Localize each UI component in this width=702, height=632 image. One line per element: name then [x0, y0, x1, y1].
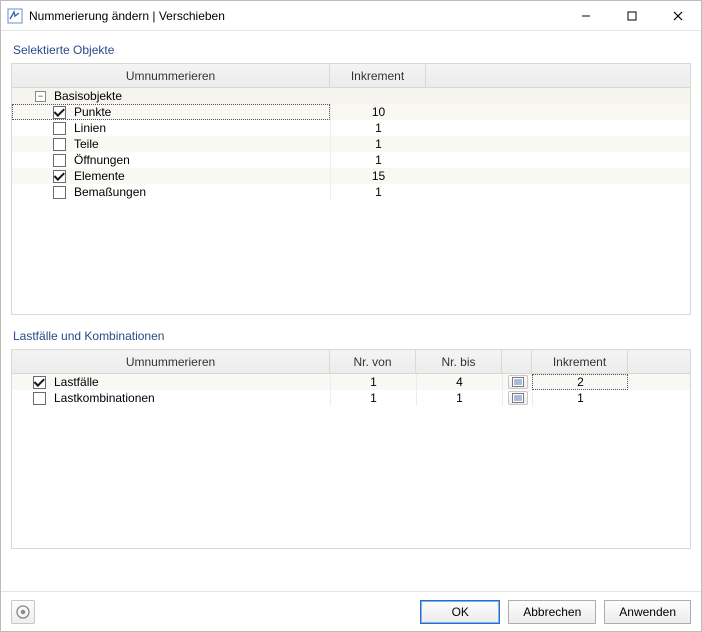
to-cell[interactable]: 1: [416, 390, 502, 406]
tree-child-row[interactable]: Elemente 15: [12, 168, 690, 184]
window-title: Nummerierung ändern | Verschieben: [29, 9, 225, 23]
cancel-button-label: Abbrechen: [523, 605, 581, 619]
section-title-loadcases: Lastfälle und Kombinationen: [11, 325, 691, 349]
checkbox[interactable]: [53, 106, 66, 119]
ok-button[interactable]: OK: [420, 600, 500, 624]
tree-child-row[interactable]: Punkte 10: [12, 104, 690, 120]
list-picker-icon[interactable]: [508, 375, 528, 389]
list-picker-icon[interactable]: [508, 391, 528, 405]
checkbox[interactable]: [53, 138, 66, 151]
col-header-increment[interactable]: Inkrement: [330, 64, 426, 87]
item-label: Linien: [68, 121, 106, 135]
load-row[interactable]: Lastkombinationen 1 1 1: [12, 390, 690, 406]
app-icon: [7, 8, 23, 24]
minimize-button[interactable]: [563, 1, 609, 31]
checkbox[interactable]: [53, 154, 66, 167]
increment-cell[interactable]: 1: [330, 120, 426, 136]
item-label: Bemaßungen: [68, 185, 146, 199]
loadcases-grid-header: Umnummerieren Nr. von Nr. bis Inkrement: [12, 350, 690, 374]
item-label: Lastfälle: [48, 375, 99, 389]
dialog-footer: OK Abbrechen Anwenden: [1, 591, 701, 631]
increment-cell[interactable]: 1: [532, 390, 628, 406]
increment-cell[interactable]: 1: [330, 184, 426, 200]
checkbox[interactable]: [33, 376, 46, 389]
increment-cell[interactable]: 2: [532, 374, 628, 390]
increment-cell[interactable]: 1: [330, 152, 426, 168]
tree-parent-label: Basisobjekte: [48, 89, 122, 103]
item-label: Öffnungen: [68, 153, 130, 167]
title-bar: Nummerierung ändern | Verschieben: [1, 1, 701, 31]
tree-child-row[interactable]: Öffnungen 1: [12, 152, 690, 168]
item-label: Elemente: [68, 169, 125, 183]
from-cell[interactable]: 1: [330, 390, 416, 406]
col-header-to[interactable]: Nr. bis: [416, 350, 502, 373]
objects-grid-header: Umnummerieren Inkrement: [12, 64, 690, 88]
picker-cell[interactable]: [502, 374, 532, 390]
item-label: Teile: [68, 137, 99, 151]
from-cell[interactable]: 1: [330, 374, 416, 390]
section-title-objects: Selektierte Objekte: [11, 39, 691, 63]
col-header-from[interactable]: Nr. von: [330, 350, 416, 373]
tree-child-row[interactable]: Teile 1: [12, 136, 690, 152]
tree-parent-row[interactable]: − Basisobjekte: [12, 88, 690, 104]
tree-child-row[interactable]: Bemaßungen 1: [12, 184, 690, 200]
ok-button-label: OK: [452, 605, 469, 619]
col-header-name[interactable]: Umnummerieren: [12, 64, 330, 87]
col-header-increment[interactable]: Inkrement: [532, 350, 628, 373]
maximize-button[interactable]: [609, 1, 655, 31]
to-cell[interactable]: 4: [416, 374, 502, 390]
checkbox[interactable]: [53, 170, 66, 183]
checkbox[interactable]: [53, 186, 66, 199]
increment-cell[interactable]: 10: [330, 104, 426, 120]
cancel-button[interactable]: Abbrechen: [508, 600, 596, 624]
apply-button[interactable]: Anwenden: [604, 600, 691, 624]
tree-collapse-icon[interactable]: −: [35, 91, 46, 102]
checkbox[interactable]: [53, 122, 66, 135]
close-button[interactable]: [655, 1, 701, 31]
loadcases-grid: Umnummerieren Nr. von Nr. bis Inkrement …: [11, 349, 691, 549]
increment-cell[interactable]: 15: [330, 168, 426, 184]
col-header-name[interactable]: Umnummerieren: [12, 350, 330, 373]
tree-child-row[interactable]: Linien 1: [12, 120, 690, 136]
apply-button-label: Anwenden: [619, 605, 676, 619]
item-label: Lastkombinationen: [48, 391, 155, 405]
picker-cell[interactable]: [502, 390, 532, 406]
help-button[interactable]: [11, 600, 35, 624]
item-label: Punkte: [68, 105, 111, 119]
col-header-picker: [502, 350, 532, 373]
increment-cell[interactable]: 1: [330, 136, 426, 152]
checkbox[interactable]: [33, 392, 46, 405]
load-row[interactable]: Lastfälle 1 4 2: [12, 374, 690, 390]
objects-grid: Umnummerieren Inkrement − Basisobjekte P…: [11, 63, 691, 315]
